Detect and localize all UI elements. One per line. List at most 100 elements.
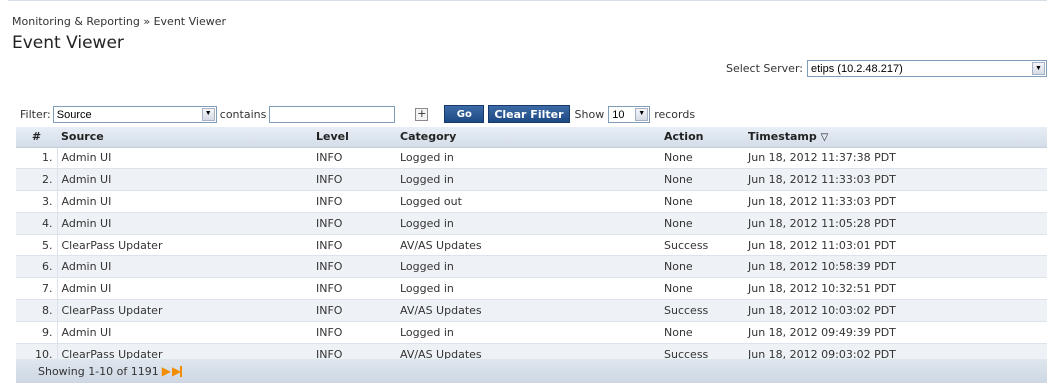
cell-source: Admin UI [57, 190, 312, 213]
cell-number: 6. [16, 255, 58, 279]
table-row[interactable]: 5. ClearPass Updater INFO AV/AS Updates Succ… [16, 234, 1047, 257]
page-top-border [8, 0, 1047, 8]
clear-filter-button[interactable]: Clear Filter [488, 105, 570, 123]
last-page-icon[interactable]: ▶ [172, 365, 183, 377]
cell-source: Admin UI [57, 168, 312, 192]
add-filter-button[interactable]: + [415, 107, 429, 121]
cell-source: Admin UI [57, 212, 312, 235]
cell-action: Success [660, 299, 744, 322]
server-select-value: etips (10.2.48.217) [811, 63, 903, 75]
column-header-timestamp[interactable]: Timestamp ▽ [744, 127, 1047, 148]
timestamp-header-label: Timestamp [748, 130, 817, 144]
cell-timestamp: Jun 18, 2012 11:37:38 PDT [744, 147, 1047, 170]
table-row[interactable]: 8. ClearPass Updater INFO AV/AS Updates Succ… [16, 299, 1047, 322]
records-count-value: 10 [612, 108, 625, 121]
cell-level: INFO [312, 212, 396, 235]
cell-timestamp: Jun 18, 2012 11:33:03 PDT [744, 168, 1047, 192]
cell-level: INFO [312, 255, 396, 279]
cell-source: Admin UI [57, 147, 312, 170]
cell-category: Logged in [396, 277, 660, 301]
cell-number: 3. [16, 190, 58, 213]
cell-category: Logged out [396, 190, 660, 213]
cell-action: Success [660, 234, 744, 257]
chevron-down-icon[interactable]: ▼ [635, 107, 649, 121]
pagination-summary: Showing 1-10 of 1191 [38, 364, 159, 378]
breadcrumb[interactable]: Monitoring & Reporting » Event Viewer [12, 15, 226, 28]
cell-level: INFO [312, 190, 396, 213]
table-row[interactable]: 1. Admin UI INFO Logged in None Jun 18, 2012 … [16, 147, 1047, 170]
cell-number: 2. [16, 168, 58, 192]
cell-level: INFO [312, 147, 396, 170]
cell-level: INFO [312, 168, 396, 192]
filter-field-value: Source [56, 108, 92, 121]
cell-source: ClearPass Updater [57, 299, 312, 322]
cell-level: INFO [312, 277, 396, 301]
cell-timestamp: Jun 18, 2012 09:49:39 PDT [744, 321, 1047, 344]
cell-category: AV/AS Updates [396, 299, 660, 322]
records-count-select[interactable]: 10 ▼ [608, 105, 651, 123]
cell-number: 7. [16, 277, 58, 301]
table-row[interactable]: 9. Admin UI INFO Logged in None Jun 18, 2012 … [16, 321, 1047, 344]
cell-action: None [660, 321, 744, 344]
table-header-row: # Source Level Category Action Timestamp… [16, 127, 1047, 148]
column-header-level[interactable]: Level [312, 127, 396, 148]
cell-action: None [660, 255, 744, 279]
cell-level: INFO [312, 234, 396, 257]
column-header-source[interactable]: Source [57, 127, 312, 148]
filter-value-input[interactable] [269, 105, 396, 123]
page-title: Event Viewer [12, 33, 124, 53]
go-button[interactable]: Go [444, 105, 485, 123]
cell-level: INFO [312, 299, 396, 322]
filter-bar: Filter: Source ▼ contains + Go Clear Fil… [20, 104, 695, 124]
chevron-down-icon[interactable]: ▼ [201, 107, 215, 121]
next-page-icon[interactable]: ▶ [162, 365, 171, 377]
cell-timestamp: Jun 18, 2012 11:05:28 PDT [744, 212, 1047, 235]
table-row[interactable]: 2. Admin UI INFO Logged in None Jun 18, 2012 … [16, 168, 1047, 192]
cell-source: Admin UI [57, 321, 312, 344]
sort-descending-icon[interactable]: ▽ [821, 132, 829, 143]
cell-action: None [660, 277, 744, 301]
table-row[interactable]: 3. Admin UI INFO Logged out None Jun 18, 2012… [16, 190, 1047, 213]
cell-category: Logged in [396, 147, 660, 170]
cell-level: INFO [312, 321, 396, 344]
cell-number: 9. [16, 321, 58, 344]
cell-number: 8. [16, 299, 58, 322]
cell-timestamp: Jun 18, 2012 10:58:39 PDT [744, 255, 1047, 279]
cell-source: Admin UI [57, 255, 312, 279]
filter-field-select[interactable]: Source ▼ [52, 105, 217, 123]
server-select[interactable]: etips (10.2.48.217) ▼ [807, 60, 1047, 77]
cell-category: Logged in [396, 321, 660, 344]
contains-label: contains [219, 107, 267, 121]
cell-category: Logged in [396, 255, 660, 279]
table-row[interactable]: 4. Admin UI INFO Logged in None Jun 18, 2012 … [16, 212, 1047, 235]
chevron-down-icon[interactable]: ▼ [1032, 62, 1045, 75]
cell-source: Admin UI [57, 277, 312, 301]
events-table: # Source Level Category Action Timestamp… [16, 127, 1047, 366]
cell-category: Logged in [396, 168, 660, 192]
cell-source: ClearPass Updater [57, 234, 312, 257]
cell-number: 1. [16, 147, 58, 170]
table-row[interactable]: 7. Admin UI INFO Logged in None Jun 18, 2012 … [16, 277, 1047, 301]
cell-timestamp: Jun 18, 2012 11:33:03 PDT [744, 190, 1047, 213]
show-label: Show [574, 107, 605, 121]
records-label: records [654, 107, 696, 121]
cell-timestamp: Jun 18, 2012 10:32:51 PDT [744, 277, 1047, 301]
cell-action: None [660, 212, 744, 235]
cell-timestamp: Jun 18, 2012 11:03:01 PDT [744, 234, 1047, 257]
cell-timestamp: Jun 18, 2012 10:03:02 PDT [744, 299, 1047, 322]
table-footer: Showing 1-10 of 1191 ▶ ▶ [16, 359, 1047, 383]
cell-action: None [660, 168, 744, 192]
cell-category: Logged in [396, 212, 660, 235]
cell-category: AV/AS Updates [396, 234, 660, 257]
cell-number: 4. [16, 212, 58, 235]
filter-label: Filter: [20, 107, 51, 121]
cell-action: None [660, 190, 744, 213]
column-header-category[interactable]: Category [396, 127, 660, 148]
server-label: Select Server: [725, 62, 803, 75]
table-row[interactable]: 6. Admin UI INFO Logged in None Jun 18, 2012 … [16, 255, 1047, 279]
cell-action: None [660, 147, 744, 170]
column-header-number[interactable]: # [16, 127, 57, 148]
column-header-action[interactable]: Action [660, 127, 744, 148]
server-selector: Select Server: etips (10.2.48.217) ▼ [726, 60, 1047, 77]
cell-number: 5. [16, 234, 58, 257]
